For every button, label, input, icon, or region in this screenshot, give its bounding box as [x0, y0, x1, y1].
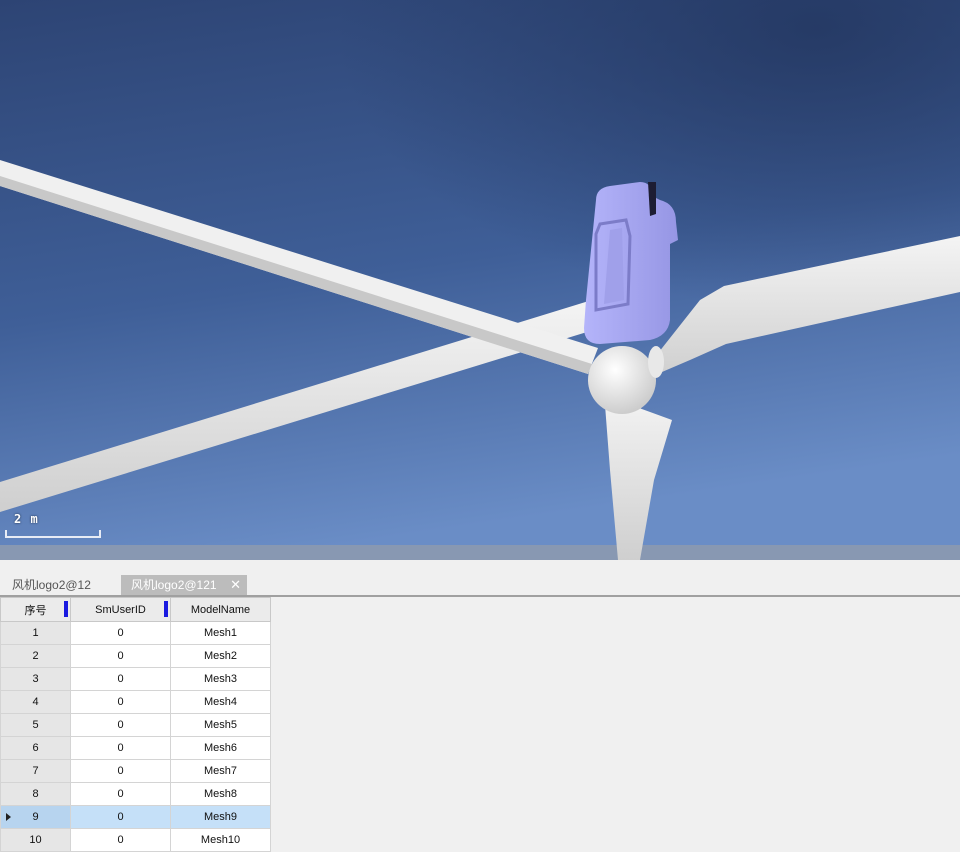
table-row[interactable]: 10 0 Mesh10 — [0, 828, 271, 852]
smuserid-cell[interactable]: 0 — [70, 782, 171, 806]
table-header-row: 序号 SmUserID ModelName — [0, 597, 271, 622]
row-index-cell[interactable]: 10 — [0, 828, 71, 852]
close-icon[interactable]: ✕ — [230, 575, 241, 595]
row-index-cell[interactable]: 3 — [0, 667, 71, 691]
table-row-selected[interactable]: 9 0 Mesh9 — [0, 805, 271, 829]
scale-label: 2 m — [14, 512, 39, 526]
table-row[interactable]: 1 0 Mesh1 — [0, 621, 271, 645]
smuserid-cell[interactable]: 0 — [70, 713, 171, 737]
modelname-cell[interactable]: Mesh7 — [170, 759, 271, 783]
row-index-cell[interactable]: 4 — [0, 690, 71, 714]
tab-label: 风机logo2@121 — [131, 578, 217, 592]
modelname-cell[interactable]: Mesh5 — [170, 713, 271, 737]
tab-layer-1[interactable]: 风机logo2@12 — [2, 575, 114, 595]
scene-viewport[interactable]: 2 m — [0, 0, 960, 560]
row-index-cell[interactable]: 6 — [0, 736, 71, 760]
attribute-tab-strip: 风机logo2@12 风机logo2@121 ✕ — [0, 560, 960, 597]
ground-plane — [0, 545, 960, 560]
table-row[interactable]: 3 0 Mesh3 — [0, 667, 271, 691]
smuserid-cell[interactable]: 0 — [70, 621, 171, 645]
smuserid-cell[interactable]: 0 — [70, 828, 171, 852]
current-row-icon — [6, 813, 11, 821]
modelname-cell[interactable]: Mesh1 — [170, 621, 271, 645]
attribute-table: 序号 SmUserID ModelName 1 0 Mesh1 2 0 Mesh… — [0, 597, 271, 852]
modelname-cell[interactable]: Mesh10 — [170, 828, 271, 852]
table-row[interactable]: 7 0 Mesh7 — [0, 759, 271, 783]
column-header-smuserid[interactable]: SmUserID — [70, 597, 171, 622]
table-row[interactable]: 4 0 Mesh4 — [0, 690, 271, 714]
column-resize-handle[interactable] — [164, 601, 168, 617]
smuserid-cell[interactable]: 0 — [70, 736, 171, 760]
smuserid-cell[interactable]: 0 — [70, 667, 171, 691]
column-header-modelname[interactable]: ModelName — [170, 597, 271, 622]
column-header-index[interactable]: 序号 — [0, 597, 71, 622]
modelname-cell[interactable]: Mesh4 — [170, 690, 271, 714]
smuserid-cell[interactable]: 0 — [70, 644, 171, 668]
row-index-cell[interactable]: 7 — [0, 759, 71, 783]
row-index-cell[interactable]: 9 — [0, 805, 71, 829]
table-row[interactable]: 6 0 Mesh6 — [0, 736, 271, 760]
modelname-cell[interactable]: Mesh3 — [170, 667, 271, 691]
scale-bar — [5, 530, 101, 538]
tab-layer-2[interactable]: 风机logo2@121 ✕ — [121, 575, 247, 595]
row-index-cell[interactable]: 8 — [0, 782, 71, 806]
table-row[interactable]: 8 0 Mesh8 — [0, 782, 271, 806]
smuserid-cell[interactable]: 0 — [70, 690, 171, 714]
row-index-cell[interactable]: 5 — [0, 713, 71, 737]
smuserid-cell[interactable]: 0 — [70, 759, 171, 783]
row-index-cell[interactable]: 2 — [0, 644, 71, 668]
turbine-hub — [588, 346, 656, 414]
modelname-cell[interactable]: Mesh2 — [170, 644, 271, 668]
row-index-cell[interactable]: 1 — [0, 621, 71, 645]
modelname-cell[interactable]: Mesh8 — [170, 782, 271, 806]
table-row[interactable]: 2 0 Mesh2 — [0, 644, 271, 668]
modelname-cell[interactable]: Mesh9 — [170, 805, 271, 829]
modelname-cell[interactable]: Mesh6 — [170, 736, 271, 760]
turbine-nacelle — [584, 182, 678, 344]
smuserid-cell[interactable]: 0 — [70, 805, 171, 829]
tab-label: 风机logo2@12 — [12, 578, 91, 592]
wind-turbine-scene[interactable] — [0, 0, 960, 560]
column-resize-handle[interactable] — [64, 601, 68, 617]
table-row[interactable]: 5 0 Mesh5 — [0, 713, 271, 737]
